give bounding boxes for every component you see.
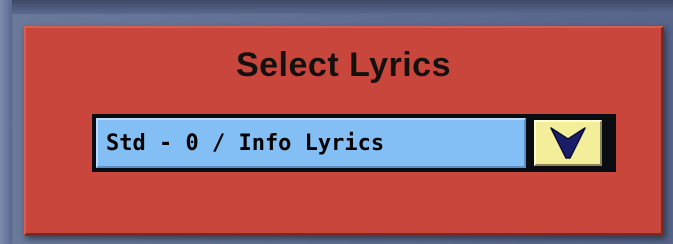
lyrics-dropdown[interactable]: Std - 0 / Info Lyrics bbox=[92, 114, 616, 172]
window-frame-left bbox=[0, 0, 12, 244]
window-frame: Select Lyrics Std - 0 / Info Lyrics bbox=[0, 0, 673, 244]
panel-title: Select Lyrics bbox=[235, 46, 452, 84]
select-lyrics-panel: Select Lyrics Std - 0 / Info Lyrics bbox=[24, 26, 664, 236]
dropdown-toggle-button[interactable] bbox=[534, 120, 602, 166]
lyrics-dropdown-value[interactable]: Std - 0 / Info Lyrics bbox=[96, 118, 526, 168]
chevron-down-icon bbox=[548, 125, 588, 161]
window-frame-top bbox=[0, 0, 673, 14]
